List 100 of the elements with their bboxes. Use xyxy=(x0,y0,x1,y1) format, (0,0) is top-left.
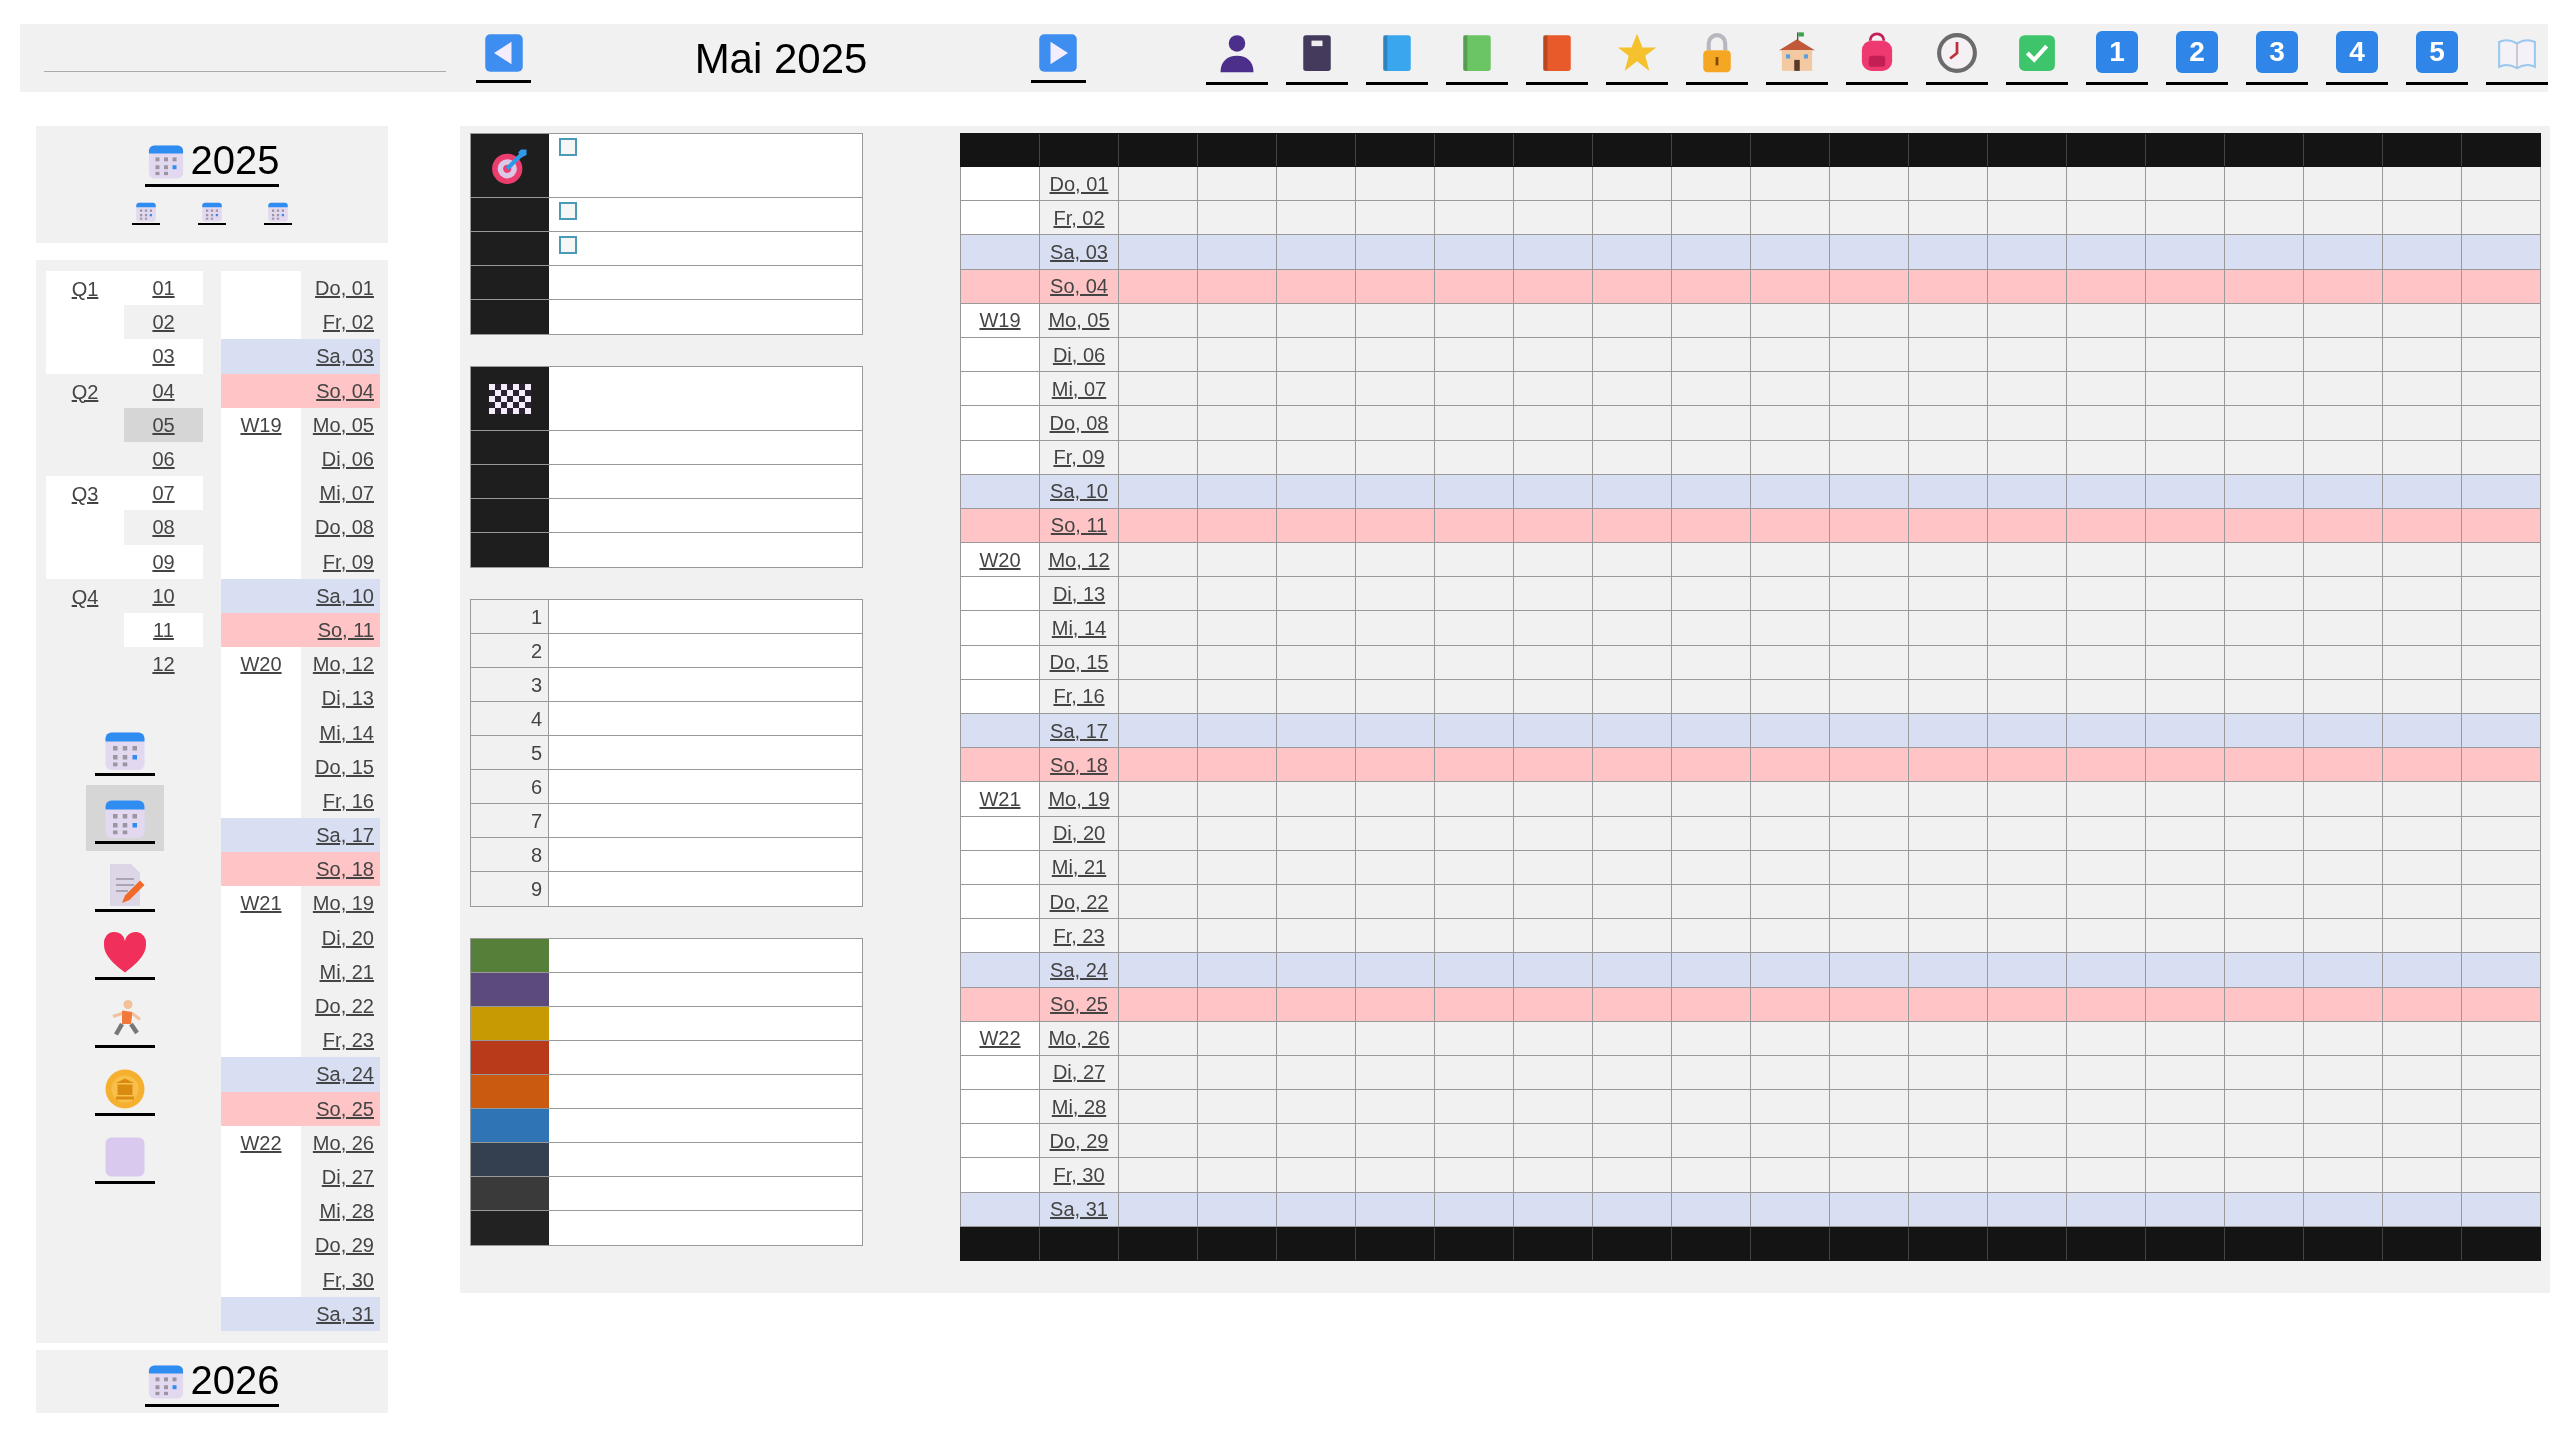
day-link[interactable]: Sa, 31 xyxy=(316,1298,374,1329)
entry-field[interactable] xyxy=(549,668,862,701)
entry-field[interactable] xyxy=(549,1041,862,1074)
entry-field[interactable] xyxy=(549,770,862,803)
week-link[interactable]: W19 xyxy=(979,305,1021,336)
entry-field[interactable] xyxy=(549,232,862,265)
entry-field[interactable] xyxy=(549,1177,862,1210)
tool-button[interactable] xyxy=(85,785,164,852)
day-link[interactable]: Do, 29 xyxy=(1049,1125,1109,1156)
week-link[interactable]: W22 xyxy=(240,1127,282,1158)
year-link[interactable]: 2026 xyxy=(144,1356,280,1407)
entry-field[interactable] xyxy=(549,1075,862,1108)
day-link[interactable]: Fr, 30 xyxy=(1053,1160,1105,1191)
day-link[interactable]: Fr, 16 xyxy=(322,785,374,816)
day-link[interactable]: Do, 01 xyxy=(315,273,374,304)
day-link[interactable]: Mo, 05 xyxy=(1048,305,1110,336)
entry-field[interactable] xyxy=(549,702,862,735)
entry-field[interactable] xyxy=(549,465,862,498)
day-link[interactable]: Mi, 21 xyxy=(319,956,374,987)
day-link[interactable]: Do, 08 xyxy=(1049,407,1109,438)
number-button[interactable]: 5 xyxy=(2416,31,2458,73)
day-link[interactable]: Mo, 12 xyxy=(312,649,374,680)
day-link[interactable]: Di, 13 xyxy=(1052,578,1106,609)
day-link[interactable]: Di, 27 xyxy=(321,1161,374,1192)
number-button[interactable]: 3 xyxy=(2256,31,2298,73)
entry-field[interactable] xyxy=(549,198,862,231)
day-link[interactable]: Di, 06 xyxy=(321,444,374,475)
day-link[interactable]: Do, 22 xyxy=(1049,886,1109,917)
day-link[interactable]: Mi, 07 xyxy=(319,478,374,509)
day-link[interactable]: So, 18 xyxy=(316,854,374,885)
day-link[interactable]: Sa, 03 xyxy=(1050,236,1108,267)
day-link[interactable]: Di, 27 xyxy=(1052,1057,1106,1088)
entry-field[interactable] xyxy=(549,499,862,532)
week-link[interactable]: W19 xyxy=(240,409,282,440)
day-link[interactable]: Mi, 14 xyxy=(319,717,374,748)
toolbar-button[interactable] xyxy=(1686,31,1748,85)
day-link[interactable]: So, 18 xyxy=(1050,749,1108,780)
quarter-link[interactable]: Q1 xyxy=(71,277,99,301)
week-link[interactable]: W20 xyxy=(240,649,282,680)
number-button[interactable]: 4 xyxy=(2336,31,2378,73)
number-button[interactable]: 2 xyxy=(2176,31,2218,73)
entry-field[interactable] xyxy=(549,431,862,464)
year-link[interactable]: 2025 xyxy=(144,136,280,187)
entry-field[interactable] xyxy=(549,1007,862,1040)
month-link[interactable]: 09 xyxy=(124,544,203,579)
day-link[interactable]: Di, 13 xyxy=(321,683,374,714)
day-link[interactable]: Fr, 02 xyxy=(322,307,374,338)
month-link[interactable]: 07 xyxy=(124,476,203,511)
entry-field[interactable] xyxy=(549,1211,862,1245)
day-link[interactable]: Fr, 09 xyxy=(1053,442,1105,473)
entry-field[interactable] xyxy=(549,266,862,299)
day-link[interactable]: Sa, 03 xyxy=(316,341,374,372)
day-link[interactable]: Do, 29 xyxy=(315,1230,374,1261)
day-link[interactable]: Di, 06 xyxy=(1052,339,1106,370)
day-link[interactable]: Fr, 02 xyxy=(1053,202,1105,233)
entry-field[interactable] xyxy=(549,1143,862,1176)
day-link[interactable]: Do, 01 xyxy=(1049,168,1109,199)
entry-field[interactable] xyxy=(549,300,862,334)
entry-field[interactable] xyxy=(549,872,862,906)
quarter-link[interactable]: Q2 xyxy=(71,379,99,404)
day-link[interactable]: Fr, 23 xyxy=(322,1025,374,1056)
entry-field[interactable] xyxy=(549,134,862,197)
checkbox[interactable] xyxy=(559,202,577,220)
day-link[interactable]: Sa, 17 xyxy=(1050,715,1108,746)
entry-field[interactable] xyxy=(549,939,862,972)
toolbar-button[interactable] xyxy=(1926,31,1988,85)
month-link[interactable]: 01 xyxy=(124,271,203,306)
week-link[interactable]: W21 xyxy=(240,888,282,919)
number-button[interactable]: 1 xyxy=(2096,31,2138,73)
next-button[interactable] xyxy=(1030,33,1086,83)
day-link[interactable]: Fr, 16 xyxy=(1053,681,1105,712)
day-link[interactable]: Mo, 19 xyxy=(312,888,374,919)
day-link[interactable]: Mo, 05 xyxy=(312,409,374,440)
entry-field[interactable] xyxy=(549,804,862,837)
day-link[interactable]: Mi, 28 xyxy=(1051,1091,1107,1122)
day-link[interactable]: So, 25 xyxy=(1050,989,1108,1020)
month-link[interactable]: 05 xyxy=(124,407,203,442)
previous-button[interactable] xyxy=(476,33,532,83)
day-link[interactable]: Do, 08 xyxy=(315,512,374,543)
day-link[interactable]: Mi, 14 xyxy=(1051,613,1107,644)
toolbar-button[interactable] xyxy=(1846,31,1908,85)
day-link[interactable]: Sa, 24 xyxy=(1050,954,1108,985)
day-link[interactable]: Mo, 26 xyxy=(312,1127,374,1158)
entry-field[interactable] xyxy=(549,600,862,633)
day-link[interactable]: Mi, 28 xyxy=(319,1196,374,1227)
day-link[interactable]: Fr, 09 xyxy=(322,546,374,577)
day-link[interactable]: So, 04 xyxy=(1050,271,1108,302)
day-link[interactable]: Fr, 30 xyxy=(322,1264,374,1295)
entry-field[interactable] xyxy=(549,634,862,667)
day-link[interactable]: Do, 15 xyxy=(1049,647,1109,678)
toolbar-button[interactable] xyxy=(1766,31,1828,85)
quarter-link[interactable]: Q4 xyxy=(71,584,99,609)
quarter-link[interactable]: Q3 xyxy=(71,482,99,507)
day-link[interactable]: Mi, 07 xyxy=(1051,373,1107,404)
entry-field[interactable] xyxy=(549,1109,862,1142)
day-link[interactable]: So, 25 xyxy=(316,1093,374,1124)
entry-field[interactable] xyxy=(549,367,862,430)
entry-field[interactable] xyxy=(549,838,862,871)
week-link[interactable]: W20 xyxy=(979,544,1021,575)
entry-field[interactable] xyxy=(549,736,862,769)
